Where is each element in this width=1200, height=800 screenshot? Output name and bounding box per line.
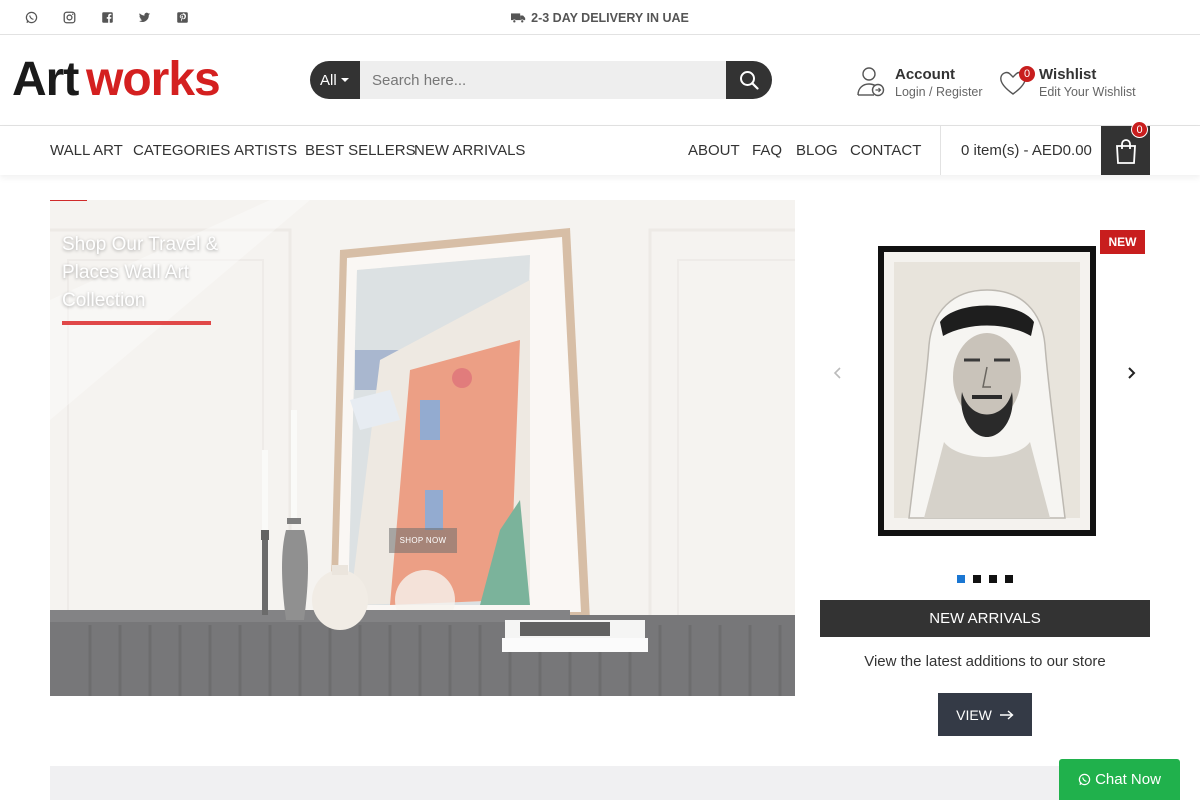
search-bar: All bbox=[310, 61, 772, 99]
nav-wall-art[interactable]: WALL ART bbox=[50, 126, 123, 175]
nav-blog[interactable]: BLOG bbox=[796, 126, 838, 175]
carousel-dot-2[interactable] bbox=[973, 575, 981, 583]
carousel-dots bbox=[957, 575, 1021, 583]
site-header: Art works All Account Login / Register 0… bbox=[0, 35, 1200, 126]
shopping-bag-icon bbox=[1115, 138, 1136, 164]
carousel-dot-1[interactable] bbox=[957, 575, 965, 583]
carousel-dot-4[interactable] bbox=[1005, 575, 1013, 583]
portrait-artwork-image[interactable] bbox=[874, 242, 1100, 544]
carousel-prev-arrow-icon[interactable] bbox=[830, 365, 846, 381]
cart-divider bbox=[940, 126, 941, 175]
hero-accent-line bbox=[50, 200, 87, 201]
search-category-label: All bbox=[320, 71, 337, 89]
search-input[interactable] bbox=[360, 61, 726, 99]
hero-title-underline bbox=[62, 321, 211, 325]
wishlist-title: Wishlist bbox=[1039, 66, 1097, 83]
nav-about[interactable]: ABOUT bbox=[688, 126, 740, 175]
new-badge: NEW bbox=[1100, 230, 1145, 254]
nav-faq[interactable]: FAQ bbox=[752, 126, 782, 175]
hero-title: Shop Our Travel & Places Wall Art Collec… bbox=[62, 234, 219, 311]
svg-text:Art: Art bbox=[12, 55, 79, 103]
view-button[interactable]: VIEW bbox=[938, 693, 1032, 736]
arrow-right-icon bbox=[999, 709, 1014, 720]
wishlist-subtitle: Edit Your Wishlist bbox=[1039, 85, 1136, 99]
delivery-notice: 2-3 DAY DELIVERY IN UAE bbox=[0, 0, 1200, 35]
nav-new-arrivals[interactable]: NEW ARRIVALS bbox=[414, 126, 525, 175]
wishlist-count-badge: 0 bbox=[1019, 66, 1035, 82]
truck-icon bbox=[511, 12, 526, 23]
hero-banner[interactable]: Shop Our Travel & Places Wall Art Collec… bbox=[50, 200, 795, 696]
account-link[interactable]: Account Login / Register bbox=[856, 66, 986, 102]
chat-now-label: Chat Now bbox=[1095, 771, 1161, 788]
cart-summary[interactable]: 0 item(s) - AED0.00 bbox=[961, 126, 1092, 175]
caret-down-icon bbox=[340, 78, 349, 82]
artworks-logo[interactable]: Art works bbox=[12, 55, 258, 103]
cart-count-badge: 0 bbox=[1131, 121, 1148, 138]
whatsapp-chat-icon bbox=[1078, 773, 1091, 786]
view-button-label: VIEW bbox=[956, 706, 992, 723]
new-arrivals-panel: NEW NEW ARRIVALS View the latest additio… bbox=[820, 200, 1150, 750]
carousel-next-arrow-icon[interactable] bbox=[1123, 365, 1139, 381]
nav-artists[interactable]: ARTISTS bbox=[234, 126, 297, 175]
new-arrivals-heading: NEW ARRIVALS bbox=[820, 600, 1150, 637]
search-button[interactable] bbox=[726, 61, 772, 99]
nav-categories[interactable]: CATEGORIES bbox=[133, 126, 230, 175]
carousel-dot-3[interactable] bbox=[989, 575, 997, 583]
account-subtitle: Login / Register bbox=[895, 85, 983, 99]
wishlist-link[interactable]: 0 Wishlist Edit Your Wishlist bbox=[998, 66, 1148, 102]
search-category-select[interactable]: All bbox=[310, 61, 360, 99]
new-arrivals-description: View the latest additions to our store bbox=[864, 653, 1106, 670]
content-section-band bbox=[50, 766, 1150, 800]
account-title: Account bbox=[895, 66, 955, 83]
svg-text:works: works bbox=[85, 55, 220, 103]
hero-shop-now-button[interactable]: SHOP NOW bbox=[389, 528, 457, 553]
main-nav: WALL ART CATEGORIES ARTISTS BEST SELLERS… bbox=[0, 121, 1200, 175]
top-bar: 2-3 DAY DELIVERY IN UAE bbox=[0, 0, 1200, 35]
nav-best-sellers[interactable]: BEST SELLERS bbox=[305, 126, 416, 175]
user-icon bbox=[857, 67, 885, 97]
search-icon bbox=[740, 71, 759, 90]
delivery-text: 2-3 DAY DELIVERY IN UAE bbox=[531, 10, 689, 25]
nav-contact[interactable]: CONTACT bbox=[850, 126, 921, 175]
chat-now-button[interactable]: Chat Now bbox=[1059, 759, 1180, 800]
